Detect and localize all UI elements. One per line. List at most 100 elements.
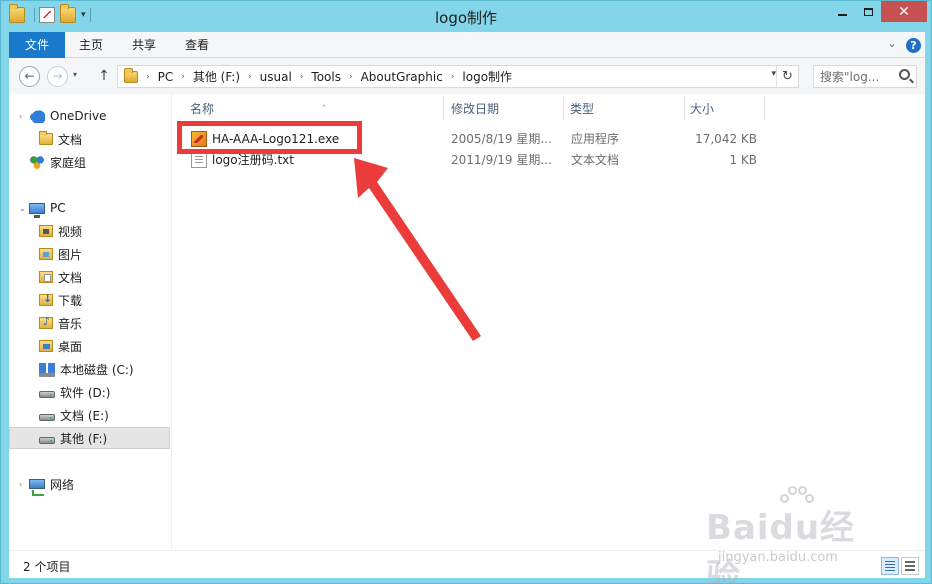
sidebar-item-drive-e[interactable]: 文档 (E:) [39, 404, 109, 426]
column-header-name[interactable]: 名称 ˄ [190, 100, 440, 118]
tab-file[interactable]: 文件 [9, 32, 65, 58]
sidebar-item-downloads[interactable]: 下载 [39, 289, 82, 311]
search-icon[interactable] [899, 69, 910, 80]
sidebar-item-label: 图片 [58, 247, 83, 262]
column-divider[interactable] [764, 96, 765, 120]
folder-icon [124, 67, 138, 83]
drive-icon [39, 436, 55, 444]
file-list[interactable]: 名称 ˄ 修改日期 类型 大小 HA-AAA-Logo121.exe 2005/… [179, 94, 925, 550]
file-type: 文本文档 [571, 153, 620, 167]
forward-button[interactable]: → [47, 66, 68, 87]
sidebar-item-label: 网络 [50, 477, 75, 492]
sidebar-item-pictures[interactable]: 图片 [39, 243, 82, 265]
sidebar-item-drive-c[interactable]: 本地磁盘 (C:) [39, 358, 134, 380]
network-icon [29, 479, 45, 496]
chevron-right-icon[interactable]: › [181, 72, 185, 82]
column-header-label: 名称 [190, 102, 215, 116]
sidebar-item-label: 视频 [58, 224, 83, 239]
pane-splitter[interactable] [171, 94, 172, 550]
maximize-button[interactable] [855, 1, 881, 22]
breadcrumb-tools[interactable]: Tools [311, 70, 341, 84]
refresh-icon[interactable]: ↻ [776, 66, 798, 87]
sidebar-item-drive-f[interactable]: 其他 (F:) [9, 427, 170, 449]
column-divider[interactable] [443, 96, 444, 120]
sidebar-item-onedrive[interactable]: OneDrive [29, 105, 106, 127]
minimize-button[interactable] [829, 1, 855, 22]
sidebar-item-label: 桌面 [58, 339, 83, 354]
sidebar-item-label: 下载 [58, 293, 83, 308]
sidebar-item-label: OneDrive [50, 109, 107, 123]
status-bar: 2 个项目 [9, 550, 925, 578]
back-button[interactable]: ← [19, 66, 40, 87]
recent-locations-chevron-icon[interactable]: ▾ [73, 70, 77, 79]
chevron-right-icon[interactable]: › [248, 72, 252, 82]
close-button[interactable]: ✕ [881, 1, 927, 22]
sidebar-item-label: 软件 (D:) [60, 385, 111, 400]
search-box[interactable]: 搜索"log... [813, 65, 917, 88]
breadcrumb-usual[interactable]: usual [260, 70, 292, 84]
column-divider[interactable] [563, 96, 564, 120]
chevron-right-icon[interactable]: › [19, 480, 22, 489]
navigation-pane[interactable]: › OneDrive 文档 家庭组 ⌄ PC 视频 图片 文档 ↓ 下载 ♪ 音… [9, 94, 171, 550]
sidebar-item-music[interactable]: 音乐 [39, 312, 82, 334]
expand-ribbon-chevron-icon[interactable]: ⌄ [885, 37, 899, 51]
sidebar-item-onedrive-documents[interactable]: 文档 [39, 128, 82, 150]
sidebar-item-network[interactable]: 网络 [29, 473, 75, 496]
chevron-right-icon[interactable]: › [349, 72, 353, 82]
file-date: 2005/8/19 星期... [451, 132, 552, 146]
chevron-right-icon[interactable]: › [146, 72, 150, 82]
chevron-right-icon[interactable]: › [451, 72, 455, 82]
videos-folder-icon [39, 225, 53, 237]
title-bar[interactable]: ▾ logo制作 ✕ [1, 1, 931, 32]
column-divider[interactable] [684, 96, 685, 120]
content-area: › OneDrive 文档 家庭组 ⌄ PC 视频 图片 文档 ↓ 下载 ♪ 音… [9, 94, 925, 550]
chevron-right-icon[interactable]: › [300, 72, 304, 82]
tab-home[interactable]: 主页 [65, 32, 117, 58]
file-type: 应用程序 [571, 132, 620, 146]
breadcrumb-pc[interactable]: PC [158, 70, 174, 84]
chevron-right-icon[interactable]: › [19, 112, 22, 121]
sidebar-item-drive-d[interactable]: 软件 (D:) [39, 381, 110, 403]
sidebar-item-homegroup[interactable]: 家庭组 [29, 151, 86, 173]
annotation-highlight-box [177, 121, 362, 154]
sidebar-item-desktop[interactable]: 桌面 [39, 335, 82, 357]
tab-view[interactable]: 查看 [171, 32, 223, 58]
sidebar-item-label: PC [50, 201, 66, 215]
onedrive-icon [29, 109, 45, 123]
search-placeholder: 搜索"log... [820, 70, 880, 84]
system-drive-icon [39, 363, 55, 377]
column-header-type[interactable]: 类型 [570, 100, 680, 118]
pictures-folder-icon [39, 248, 53, 260]
sidebar-item-label: 文档 (E:) [60, 408, 109, 423]
breadcrumb-logo[interactable]: logo制作 [462, 68, 512, 85]
desktop-folder-icon [39, 340, 53, 352]
navigation-bar: ← → ▾ ↑ › PC › 其他 (F:) › usual › Tools ›… [9, 58, 925, 94]
window-title: logo制作 [434, 9, 498, 27]
sidebar-item-label: 本地磁盘 (C:) [60, 362, 134, 377]
chevron-down-icon[interactable]: ⌄ [19, 204, 26, 213]
breadcrumb-drive-f[interactable]: 其他 (F:) [193, 68, 240, 85]
txt-icon [191, 152, 207, 168]
sidebar-item-documents[interactable]: 文档 [39, 266, 82, 288]
column-header-size[interactable]: 大小 [690, 100, 760, 118]
maximize-icon [863, 7, 873, 16]
sort-ascending-icon: ˄ [322, 104, 326, 113]
column-header-date[interactable]: 修改日期 [451, 100, 561, 118]
tab-share[interactable]: 共享 [117, 32, 171, 58]
up-button[interactable]: ↑ [95, 66, 113, 86]
sidebar-item-label: 音乐 [58, 316, 83, 331]
address-bar[interactable]: › PC › 其他 (F:) › usual › Tools › AboutGr… [117, 65, 799, 88]
sidebar-item-label: 家庭组 [50, 155, 87, 170]
details-view-icon[interactable] [881, 557, 899, 575]
sidebar-item-label: 文档 [58, 132, 83, 147]
sidebar-item-videos[interactable]: 视频 [39, 220, 82, 242]
drive-icon [39, 390, 55, 398]
help-icon[interactable]: ? [906, 38, 921, 53]
music-folder-icon [39, 315, 53, 329]
close-icon: ✕ [898, 3, 910, 20]
sidebar-item-label: 文档 [58, 270, 83, 285]
ribbon-tabs: 文件 主页 共享 查看 ⌄ ? [9, 32, 925, 58]
large-icons-view-icon[interactable] [901, 557, 919, 575]
breadcrumb-aboutgraphic[interactable]: AboutGraphic [361, 70, 443, 84]
sidebar-item-pc[interactable]: PC [29, 197, 66, 219]
